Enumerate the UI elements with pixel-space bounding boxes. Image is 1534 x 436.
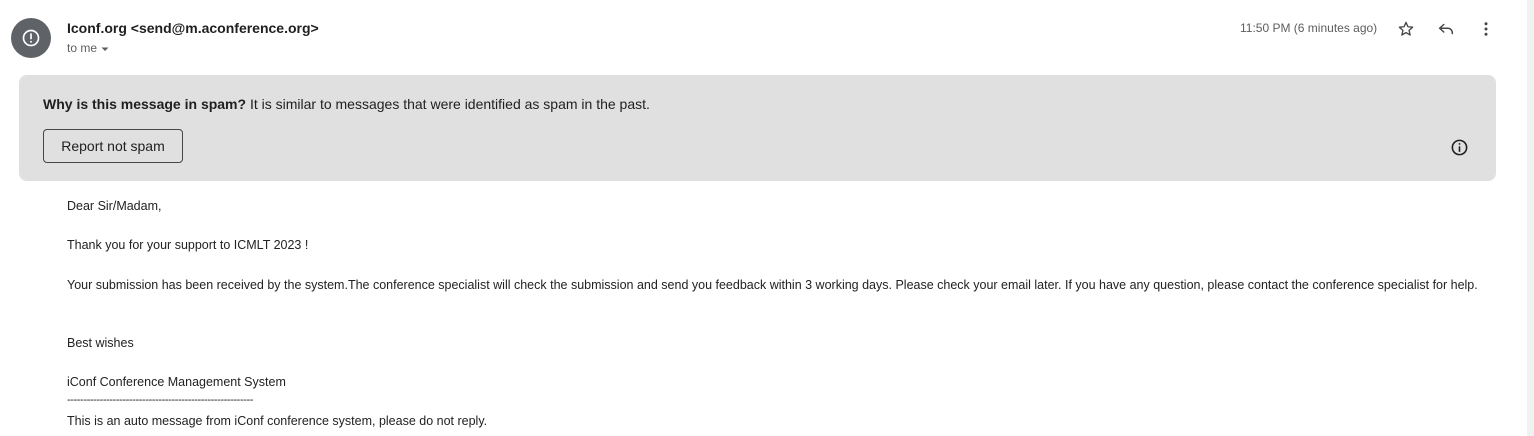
- star-icon: [1397, 20, 1415, 38]
- spam-warning-banner: Why is this message in spam? It is simil…: [19, 75, 1496, 181]
- message-body: Your submission has been received by the…: [67, 278, 1478, 292]
- timestamp: 11:50 PM (6 minutes ago): [1240, 21, 1378, 35]
- spam-reason: Why is this message in spam? It is simil…: [43, 96, 650, 112]
- message-divider: ----------------------------------------…: [67, 394, 253, 406]
- reply-icon: [1437, 20, 1455, 38]
- more-options-button[interactable]: [1472, 15, 1500, 43]
- message-signature: iConf Conference Management System: [67, 375, 286, 389]
- scrollbar[interactable]: [1527, 0, 1534, 436]
- message-greeting: Dear Sir/Madam,: [67, 199, 162, 213]
- info-icon[interactable]: [1449, 137, 1469, 157]
- message-thanks: Thank you for your support to ICMLT 2023…: [67, 238, 309, 252]
- more-vert-icon: [1477, 20, 1495, 38]
- caret-down-icon: [100, 43, 110, 53]
- sender-avatar[interactable]: [11, 18, 51, 58]
- message-closing: Best wishes: [67, 336, 134, 350]
- spam-explanation: It is similar to messages that were iden…: [249, 96, 650, 112]
- sender-name[interactable]: Iconf.org <send@m.aconference.org>: [67, 20, 319, 36]
- recipient-label: to me: [67, 41, 98, 55]
- alert-circle-icon: [21, 28, 41, 48]
- message-footer: This is an auto message from iConf confe…: [67, 414, 488, 428]
- spam-question: Why is this message in spam?: [43, 96, 247, 112]
- star-button[interactable]: [1392, 15, 1420, 43]
- reply-button[interactable]: [1432, 15, 1460, 43]
- report-not-spam-button[interactable]: Report not spam: [43, 129, 183, 163]
- recipient-details-toggle[interactable]: to me: [67, 41, 110, 55]
